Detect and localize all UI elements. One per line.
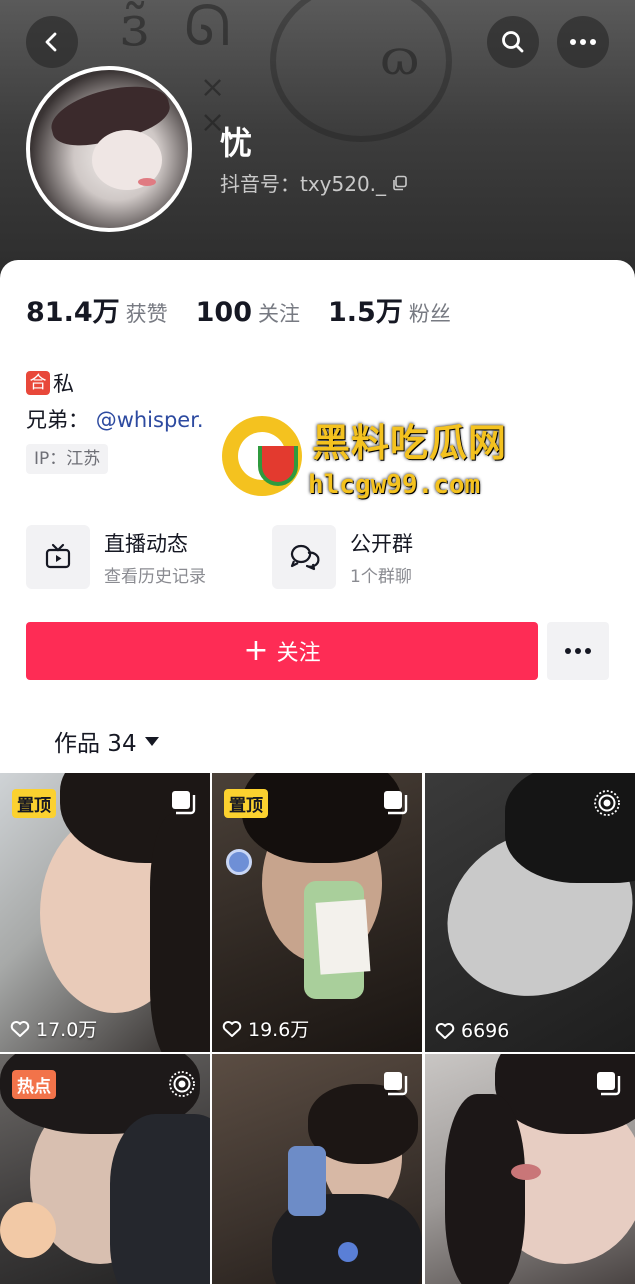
public-group-title: 公开群 [350, 531, 413, 556]
watermark-title: 黑料吃瓜网 [312, 421, 508, 465]
live-history-card[interactable]: 直播动态 查看历史记录 [26, 524, 206, 590]
like-count: 17.0万 [10, 1015, 97, 1042]
watermark-url: hlcgw99.com [308, 470, 481, 500]
more-icon [570, 39, 596, 45]
plus-icon: + [243, 633, 269, 668]
hot-tag: 热点 [12, 1070, 56, 1099]
live-photo-icon [594, 790, 620, 816]
stat-followers[interactable]: 1.5万 粉丝 [328, 290, 451, 329]
like-count-value: 6696 [461, 1020, 510, 1042]
live-history-title: 直播动态 [104, 531, 188, 556]
stat-followers-label: 粉丝 [408, 302, 451, 326]
site-watermark: 黑料吃瓜网 hlcgw99.com [222, 410, 532, 510]
back-icon [45, 32, 57, 52]
stat-likes-label: 获赞 [125, 302, 168, 326]
ip-location-tag: IP：江苏 [26, 444, 109, 474]
more-actions-button[interactable] [547, 622, 609, 680]
caret-down-icon [144, 736, 159, 746]
bio-line-2: 兄弟： @whisper. [26, 404, 204, 434]
he-badge-icon: 合 [26, 371, 50, 395]
heart-icon [10, 1020, 30, 1037]
nickname: 忧 [220, 124, 253, 162]
video-tile[interactable]: 热点 [0, 1054, 210, 1284]
like-count: 6696 [435, 1020, 509, 1042]
live-photo-icon [169, 1071, 195, 1097]
bio-text-1: 私 [53, 372, 74, 396]
watermark-logo-icon [222, 416, 302, 496]
stat-following[interactable]: 100 关注 [196, 297, 300, 328]
search-icon [502, 31, 524, 53]
like-count-value: 19.6万 [248, 1019, 310, 1041]
like-count-value: 17.0万 [36, 1019, 98, 1041]
more-icon [565, 648, 591, 654]
works-tab-label: 作品 34 [54, 731, 137, 757]
douyin-id: 抖音号：txy520._ [220, 172, 387, 196]
video-tile[interactable]: 置顶 17.0万 [0, 773, 210, 1052]
pinned-tag: 置顶 [224, 789, 268, 818]
stat-likes[interactable]: 81.4万 获赞 [26, 290, 168, 329]
heart-icon [222, 1020, 242, 1037]
follow-button-label: 关注 [276, 641, 321, 666]
bio-mention-link[interactable]: @whisper. [96, 408, 204, 432]
search-button[interactable] [487, 16, 539, 68]
bio-text-2: 兄弟： [26, 408, 89, 432]
stats-row: 81.4万 获赞 100 关注 1.5万 粉丝 [26, 290, 479, 329]
follow-button[interactable]: + 关注 [26, 622, 538, 680]
background-scribble-2: ɷ [380, 30, 420, 86]
stat-following-value: 100 [195, 297, 252, 328]
background-ring [270, 0, 452, 142]
stat-followers-value: 1.5万 [328, 297, 403, 328]
video-tile[interactable]: 6696 [425, 773, 635, 1052]
more-options-button[interactable] [557, 16, 609, 68]
multi-image-icon [597, 1072, 621, 1096]
live-history-subtitle: 查看历史记录 [104, 566, 206, 587]
live-tv-icon [26, 525, 90, 589]
video-tile[interactable] [425, 1054, 635, 1284]
bio-line-1: 合 私 [26, 368, 74, 398]
multi-image-icon [384, 791, 408, 815]
video-tile[interactable] [212, 1054, 422, 1284]
douyin-id-row[interactable]: 抖音号：txy520._ [220, 168, 408, 197]
video-tile[interactable]: 置顶 19.6万 [212, 773, 422, 1052]
back-button[interactable] [26, 16, 78, 68]
multi-image-icon [172, 791, 196, 815]
heart-icon [435, 1023, 455, 1039]
works-tab[interactable]: 作品 34 [54, 724, 159, 758]
stat-likes-value: 81.4万 [26, 297, 120, 328]
public-group-card[interactable]: 公开群 1个群聊 [272, 524, 413, 590]
stat-following-label: 关注 [258, 302, 300, 326]
group-chat-icon [272, 525, 336, 589]
public-group-subtitle: 1个群聊 [350, 566, 412, 587]
copy-icon[interactable] [392, 175, 408, 191]
background-scribble: ɜ̃ ᘏ [120, 0, 231, 59]
multi-image-icon [384, 1072, 408, 1096]
like-count: 19.6万 [222, 1015, 309, 1042]
avatar[interactable] [26, 66, 192, 232]
pinned-tag: 置顶 [12, 789, 56, 818]
